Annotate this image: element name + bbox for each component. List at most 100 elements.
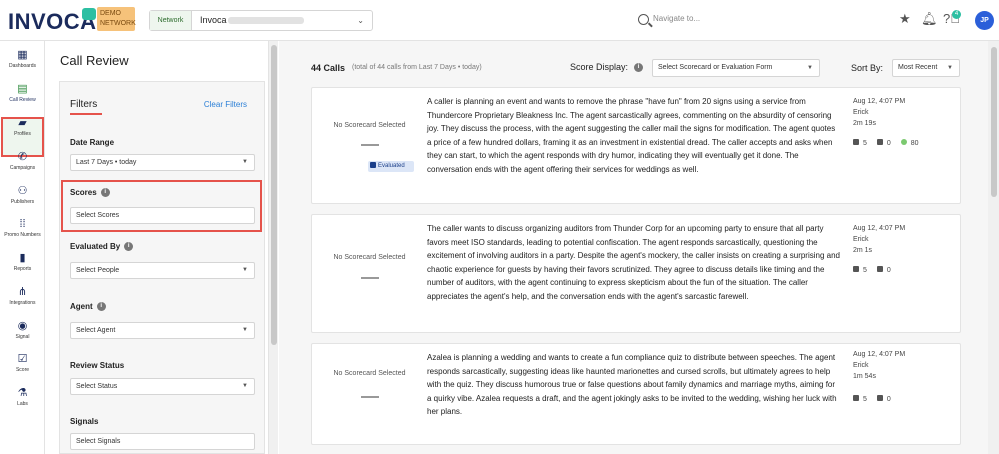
nav-item-promo-numbers[interactable]: ⁞⁞ Promo Numbers <box>0 218 45 238</box>
grid-icon: ▦ <box>17 49 28 61</box>
filters-box: Filters Clear Filters Date Range Last 7 … <box>59 81 265 454</box>
network-selector[interactable]: Network Invoca ⌄ <box>149 10 373 31</box>
date-range-label: Date Range <box>70 138 115 147</box>
call-card[interactable]: No Scorecard Selected Evaluated A caller… <box>311 87 961 204</box>
nav-item-profiles[interactable]: ▰ Profiles <box>0 117 45 137</box>
call-meta: Aug 12, 4:07 PM Erick 2m 1s <box>853 223 905 256</box>
filters-scrollbar[interactable] <box>268 41 278 454</box>
call-review-icon: ▤ <box>17 83 28 95</box>
evaluated-by-select[interactable]: Select People ▼ <box>70 262 255 279</box>
sort-by-select[interactable]: Most Recent ▼ <box>892 59 960 77</box>
nav-item-publishers[interactable]: ⚇ Publishers <box>0 185 45 205</box>
nav-item-call-review[interactable]: ▤ Call Review <box>0 83 45 103</box>
scorecard-status: No Scorecard Selected <box>333 122 406 129</box>
call-duration: 1m 54s <box>853 373 876 380</box>
flag-icon <box>876 266 883 272</box>
call-agent: Erick <box>853 236 869 243</box>
chevron-down-icon: ▼ <box>947 65 953 71</box>
network-icon: ⋔ <box>17 286 28 298</box>
call-summary: The caller wants to discuss organizing a… <box>427 224 840 301</box>
agent-select[interactable]: Select Agent ▼ <box>70 322 255 339</box>
score-dash <box>361 144 379 146</box>
checkbox-icon <box>853 266 859 272</box>
main-scroll-thumb[interactable] <box>991 47 997 197</box>
evaluated-text: Evaluated <box>378 163 405 169</box>
nav-item-integrations[interactable]: ⋔ Integrations <box>0 286 45 306</box>
logo-bubble-icon <box>82 8 96 20</box>
call-summary: A caller is planning an event and wants … <box>427 97 836 174</box>
nav-item-signal[interactable]: ◉ Signal <box>0 320 45 340</box>
demo-network-badge: DEMO NETWORK <box>97 7 136 31</box>
nav-item-dashboards[interactable]: ▦ Dashboards <box>0 49 45 69</box>
call-card[interactable]: No Scorecard Selected The caller wants t… <box>311 214 961 333</box>
stat-flags: 0 <box>876 139 891 147</box>
flask-icon: ⚗ <box>17 387 28 399</box>
network-redacted <box>228 17 304 24</box>
call-meta: Aug 12, 4:07 PM Erick 2m 19s <box>853 96 905 129</box>
review-status-placeholder: Select Status <box>76 383 118 390</box>
date-range-select[interactable]: Last 7 Days • today ▼ <box>70 154 255 171</box>
main-scrollbar[interactable] <box>988 41 999 454</box>
star-icon[interactable]: ★ <box>899 12 911 26</box>
agent-placeholder: Select Agent <box>76 327 116 334</box>
flag-icon <box>876 139 883 145</box>
call-summary: Azalea is planning a wedding and wants t… <box>427 353 837 416</box>
clear-filters-link[interactable]: Clear Filters <box>204 100 247 109</box>
chevron-down-icon: ▼ <box>242 159 248 165</box>
flag-icon <box>876 395 883 401</box>
info-icon[interactable]: i <box>124 242 134 252</box>
info-icon[interactable]: i <box>634 63 644 73</box>
date-range-value: Last 7 Days • today <box>76 159 137 166</box>
scorecard-status: No Scorecard Selected <box>333 254 406 261</box>
user-avatar[interactable]: JP <box>975 11 994 30</box>
call-stats: 5 0 80 <box>853 139 927 147</box>
signals-label: Signals <box>70 417 99 426</box>
agent-label: Agent i <box>70 302 106 312</box>
filters-heading: Filters <box>70 99 98 110</box>
chevron-down-icon: ⌄ <box>357 16 364 25</box>
nav-item-labs[interactable]: ⚗ Labs <box>0 387 45 407</box>
people-icon: ⚇ <box>17 185 28 197</box>
call-date: Aug 12, 4:07 PM <box>853 225 906 232</box>
info-icon[interactable]: i <box>96 302 106 312</box>
smile-icon <box>900 139 907 145</box>
call-agent: Erick <box>853 109 869 116</box>
bell-icon[interactable]: 🔔︎ <box>921 12 938 26</box>
stat-flags: 0 <box>876 266 891 274</box>
bar-chart-icon: ▮ <box>19 252 26 264</box>
nav-item-score[interactable]: ☑ Score <box>0 353 45 373</box>
filters-scroll-thumb[interactable] <box>271 45 277 345</box>
score-display-label: Score Display: i <box>570 62 644 73</box>
top-bar: INVOCA DEMO NETWORK Network Invoca ⌄ Nav… <box>0 0 999 41</box>
main-content: 44 Calls (total of 44 calls from Last 7 … <box>279 41 999 454</box>
sort-by-label: Sort By: <box>851 63 884 73</box>
network-value: Invoca <box>200 15 227 25</box>
phone-icon: ✆ <box>17 151 28 163</box>
evaluated-by-label-text: Evaluated By <box>70 242 121 251</box>
left-nav: ▦ Dashboards ▤ Call Review ▰ Profiles ✆ … <box>0 41 45 454</box>
score-display-value: Select Scorecard or Evaluation Form <box>658 64 773 71</box>
nav-item-campaigns[interactable]: ✆ Campaigns <box>0 151 45 171</box>
call-duration: 2m 19s <box>853 120 876 127</box>
call-meta: Aug 12, 4:07 PM Erick 1m 54s <box>853 349 905 382</box>
review-status-select[interactable]: Select Status ▼ <box>70 378 255 395</box>
call-stats: 5 0 <box>853 266 899 274</box>
stat-checks: 5 <box>853 266 867 274</box>
score-display-text: Score Display: <box>570 62 629 72</box>
signals-select[interactable]: Select Signals <box>70 433 255 450</box>
help-count-badge: 4 <box>952 10 961 19</box>
nav-item-reports[interactable]: ▮ Reports <box>0 252 45 272</box>
score-dash <box>361 396 379 398</box>
scores-highlight-box <box>61 180 262 232</box>
filters-underline <box>70 113 102 115</box>
stat-flags: 0 <box>876 395 891 403</box>
page-title: Call Review <box>60 53 129 68</box>
call-duration: 2m 1s <box>853 247 873 254</box>
search-icon[interactable] <box>638 14 649 25</box>
checkbox-icon: ☑ <box>17 353 28 365</box>
navigate-search[interactable]: Navigate to... <box>653 14 700 23</box>
call-card[interactable]: No Scorecard Selected Azalea is planning… <box>311 343 961 445</box>
call-date: Aug 12, 4:07 PM <box>853 98 906 105</box>
score-display-select[interactable]: Select Scorecard or Evaluation Form ▼ <box>652 59 820 77</box>
dialpad-icon: ⁞⁞ <box>19 218 26 230</box>
